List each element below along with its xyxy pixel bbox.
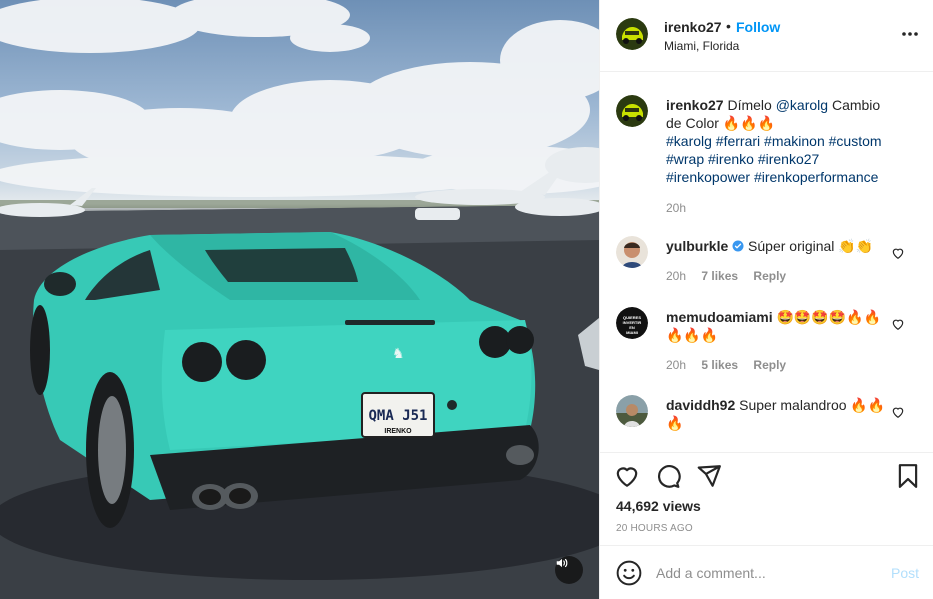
svg-text:MIAMI: MIAMI — [626, 330, 638, 335]
comment-heart-icon[interactable] — [891, 317, 905, 331]
comment-avatar[interactable] — [616, 236, 648, 268]
comment-likes[interactable]: 7 likes — [701, 269, 738, 283]
comment-text: memudoamiami 🤩🤩🤩🤩🔥🔥🔥🔥🔥 — [666, 308, 898, 344]
caption: irenko27 Dímelo @karolg Cambio de Color … — [616, 95, 916, 215]
avatar-image: QUIERES INVERTIR EN MIAMI — [616, 307, 648, 339]
more-options-icon[interactable] — [900, 26, 920, 42]
comment-meta: 20h 7 likes Reply — [666, 269, 798, 283]
caption-meta: 20h — [666, 201, 698, 215]
post-comment-button[interactable]: Post — [891, 565, 919, 581]
comment-likes[interactable]: 5 likes — [701, 358, 738, 372]
reply-button[interactable]: Reply — [753, 358, 786, 372]
add-comment-bar: Post — [600, 545, 933, 599]
comment-body: Súper original 👏👏 — [748, 238, 874, 254]
verified-badge-icon — [732, 240, 744, 252]
avatar-image — [616, 395, 648, 427]
caption-text: irenko27 Dímelo @karolg Cambio de Color … — [666, 96, 898, 186]
author-username[interactable]: irenko27 — [664, 19, 722, 35]
post-side-panel: irenko27 • Follow Miami, Florida irenko2… — [599, 0, 933, 599]
comment-avatar[interactable] — [616, 395, 648, 427]
view-count[interactable]: 44,692 views — [616, 498, 701, 514]
post-timestamp[interactable]: 20 HOURS AGO — [616, 523, 693, 534]
svg-text:♞: ♞ — [392, 346, 405, 362]
caption-avatar[interactable] — [616, 95, 648, 127]
comment-item: yulburkle Súper original 👏👏 20h 7 likes … — [616, 236, 916, 296]
reply-button[interactable]: Reply — [753, 269, 786, 283]
caption-time[interactable]: 20h — [666, 201, 686, 215]
comment-text: yulburkle Súper original 👏👏 — [666, 237, 898, 255]
bookmark-icon[interactable] — [895, 463, 921, 489]
separator-dot: • — [726, 18, 731, 34]
comment-avatar[interactable]: QUIERES INVERTIR EN MIAMI — [616, 307, 648, 339]
caption-mention[interactable]: @karolg — [776, 97, 828, 113]
comment-text: daviddh92 Super malandroo 🔥🔥🔥 — [666, 396, 898, 432]
author-avatar[interactable] — [616, 18, 648, 50]
comment-input[interactable] — [656, 562, 876, 584]
license-plate: QMA J51 IRENKO — [361, 392, 435, 438]
comment-heart-icon[interactable] — [891, 405, 905, 419]
follow-button[interactable]: Follow — [736, 19, 780, 35]
comment-username[interactable]: memudoamiami — [666, 309, 773, 325]
avatar-image — [616, 18, 648, 50]
smiley-icon[interactable] — [616, 560, 642, 586]
plate-frame-text: IRENKO — [384, 428, 412, 435]
sound-toggle-button[interactable] — [555, 556, 583, 584]
clouds — [0, 0, 599, 197]
post-header: irenko27 • Follow Miami, Florida — [600, 0, 933, 72]
comment-meta: 20h 5 likes Reply — [666, 358, 798, 372]
post-location[interactable]: Miami, Florida — [664, 39, 739, 53]
avatar-image — [616, 95, 648, 127]
comments-list[interactable]: irenko27 Dímelo @karolg Cambio de Color … — [600, 73, 933, 451]
comment-username[interactable]: daviddh92 — [666, 397, 735, 413]
comment-username[interactable]: yulburkle — [666, 238, 728, 254]
comment-item: daviddh92 Super malandroo 🔥🔥🔥 — [616, 395, 916, 445]
plate-number: QMA J51 — [368, 408, 427, 424]
avatar-image — [616, 236, 648, 268]
comment-bubble-icon[interactable] — [655, 463, 681, 489]
ferrari-photo: ♞ QMA J51 IRENKO — [0, 0, 599, 599]
heart-icon[interactable] — [614, 463, 640, 489]
caption-username[interactable]: irenko27 — [666, 97, 724, 113]
comment-time[interactable]: 20h — [666, 269, 686, 283]
speaker-icon — [556, 558, 568, 568]
comment-time[interactable]: 20h — [666, 358, 686, 372]
post-actions: 44,692 views 20 HOURS AGO — [600, 452, 933, 546]
post-media[interactable]: ♞ QMA J51 IRENKO — [0, 0, 599, 599]
paper-plane-icon[interactable] — [696, 463, 722, 489]
comment-item: QUIERES INVERTIR EN MIAMI memudoamiami 🤩… — [616, 307, 916, 377]
caption-hashtags[interactable]: #karolg #ferrari #makinon #custom #wrap … — [666, 133, 882, 185]
caption-body-start: Dímelo — [727, 97, 776, 113]
comment-heart-icon[interactable] — [891, 246, 905, 260]
